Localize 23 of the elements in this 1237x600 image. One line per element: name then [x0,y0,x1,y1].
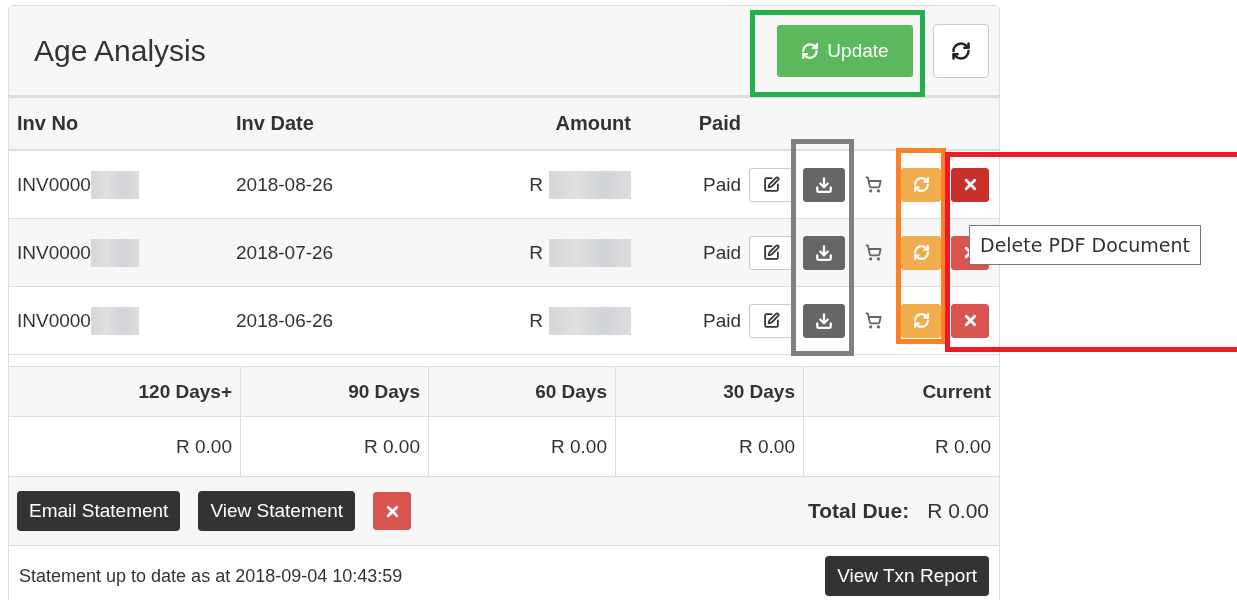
table-cell: R [529,173,543,196]
column-header: Paid [697,112,742,135]
table-cell: 2018-08-26 [236,173,334,196]
column-header: Inv Date [236,112,315,135]
tooltip: Delete PDF Document [969,225,1201,265]
table-cell: Paid [702,173,741,196]
total-label: Total Due: [808,499,910,523]
table-cell: Paid [702,241,741,264]
table-cell: INV0000 [17,173,91,196]
table-cell-text: R 0.00 [934,434,992,459]
column-header: Current [921,379,992,404]
column-header: Amount [554,112,632,135]
table-cell: 2018-06-26 [236,309,334,332]
status-text: Statement up to date as at 2018-09-04 10:43:59 [19,565,403,587]
table-cell: R [529,241,543,264]
table-cell: Paid [702,309,741,332]
column-header: Inv No [17,112,80,135]
table-cell: R [529,309,543,332]
table-cell: INV0000 [17,309,91,332]
panel-title: Age Analysis [34,33,207,68]
table-cell: INV0000 [17,241,91,264]
total-value: R 0.00 [927,499,989,523]
table-cell: 2018-07-26 [236,241,334,264]
